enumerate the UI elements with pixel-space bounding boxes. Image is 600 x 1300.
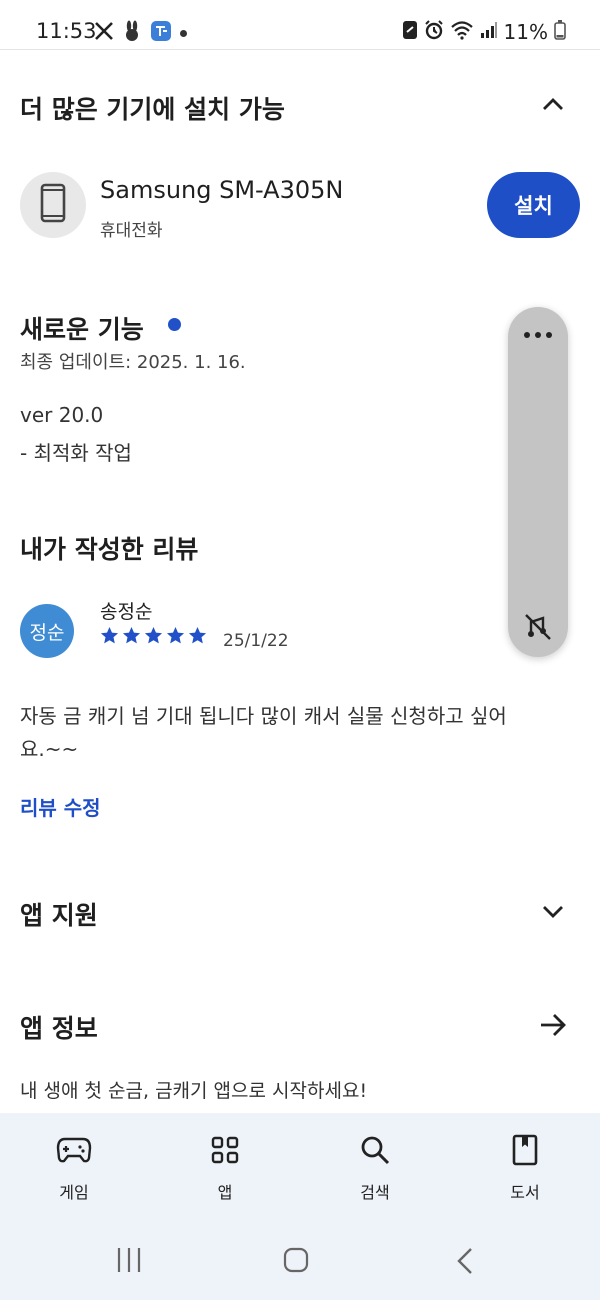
arrow-right-icon[interactable] <box>539 1012 567 1042</box>
app-badge-icon <box>150 20 172 46</box>
status-bar: 11:53 11% <box>0 0 600 50</box>
apps-grid-icon <box>211 1133 239 1167</box>
device-type: 휴대전화 <box>100 221 163 241</box>
device-name: Samsung SM-A305N <box>100 176 344 204</box>
nav-apps[interactable]: 앱 <box>175 1113 275 1219</box>
wifi-icon <box>450 20 474 44</box>
notification-dot <box>180 29 187 37</box>
x-icon <box>94 21 114 45</box>
app-description: 내 생애 첫 순금, 금캐기 앱으로 시작하세요! <box>20 1080 368 1102</box>
review-text: 자동 금 캐기 넘 기대 됩니다 많이 캐서 실물 신청하고 싶어요.~~ <box>20 704 507 761</box>
star-icon <box>122 626 141 649</box>
star-icon <box>144 626 163 649</box>
nav-games[interactable]: 게임 <box>24 1113 124 1219</box>
last-updated: 최종 업데이트: 2025. 1. 16. <box>20 352 246 373</box>
book-icon <box>512 1133 538 1167</box>
star-icon <box>100 626 119 649</box>
bottom-navigation: 게임 앱 검색 도서 <box>0 1113 600 1219</box>
review-date: 25/1/22 <box>223 631 289 651</box>
floating-overlay-pill[interactable] <box>508 307 568 657</box>
back-icon[interactable] <box>455 1247 475 1279</box>
install-button[interactable]: 설치 <box>487 172 580 238</box>
nav-apps-label: 앱 <box>217 1183 233 1202</box>
battery-percent: 11% <box>503 20 548 44</box>
more-options-icon[interactable] <box>508 325 568 345</box>
nav-search[interactable]: 검색 <box>325 1113 425 1219</box>
mute-icon[interactable] <box>523 612 553 646</box>
new-indicator-dot <box>168 318 181 331</box>
whats-new-title: 새로운 기능 <box>20 315 144 344</box>
reviewer-name: 송정순 <box>100 601 153 623</box>
home-icon[interactable] <box>283 1247 309 1277</box>
my-review-title: 내가 작성한 리뷰 <box>20 535 199 564</box>
rabbit-icon <box>122 20 142 46</box>
status-time: 11:53 <box>36 19 97 43</box>
chevron-down-icon[interactable] <box>542 904 564 923</box>
search-icon <box>359 1133 391 1167</box>
nav-search-label: 검색 <box>360 1183 390 1202</box>
app-support-title[interactable]: 앱 지원 <box>20 896 98 932</box>
change-note: - 최적화 작업 <box>20 441 132 465</box>
chevron-up-icon[interactable] <box>541 96 565 116</box>
avatar: 정순 <box>20 604 74 658</box>
devices-section-title: 더 많은 기기에 설치 가능 <box>20 95 285 124</box>
nav-games-label: 게임 <box>59 1183 89 1202</box>
alarm-icon <box>424 20 444 44</box>
phone-icon <box>40 183 66 227</box>
edit-review-link[interactable]: 리뷰 수정 <box>20 792 101 821</box>
nav-books[interactable]: 도서 <box>475 1113 575 1219</box>
recents-icon[interactable] <box>116 1247 142 1277</box>
star-icon <box>188 626 207 649</box>
star-icon <box>166 626 185 649</box>
version-text: ver 20.0 <box>20 403 104 427</box>
system-navigation-bar <box>0 1219 600 1300</box>
star-rating <box>100 626 207 649</box>
app-info-title[interactable]: 앱 정보 <box>20 1009 98 1045</box>
app-icon <box>402 20 418 44</box>
device-avatar <box>20 172 86 238</box>
battery-icon <box>554 20 566 44</box>
gamepad-icon <box>56 1133 92 1167</box>
signal-icon <box>480 21 498 43</box>
nav-books-label: 도서 <box>510 1183 540 1202</box>
